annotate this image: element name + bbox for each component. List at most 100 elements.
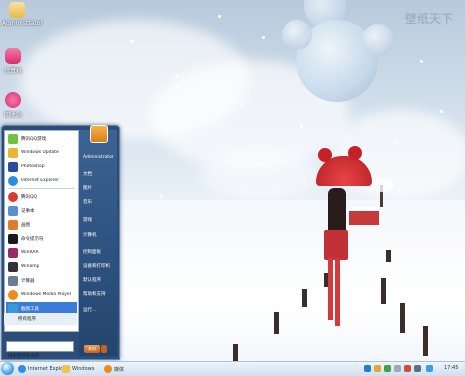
places-item-user[interactable]: Administrator xyxy=(79,152,117,163)
places-item-devices[interactable]: 设备和打印机 xyxy=(79,260,117,271)
places-label: 音乐 xyxy=(83,199,92,205)
program-item[interactable]: Internet Explorer xyxy=(6,174,77,187)
places-item-computer[interactable]: 计算机 xyxy=(79,229,117,240)
snowflake xyxy=(440,110,443,113)
tree-snow xyxy=(370,178,394,192)
places-item-default-programs[interactable]: 默认程序 xyxy=(79,274,117,285)
user-picture-icon[interactable] xyxy=(90,125,108,143)
winrar-icon xyxy=(8,247,18,258)
snowflake xyxy=(395,140,398,143)
all-programs-button[interactable]: 所有程序 xyxy=(4,313,77,325)
desktop-icon-label: Administrator xyxy=(2,20,43,27)
places-label: 文档 xyxy=(83,171,92,177)
taskbar-button-media[interactable]: 媒体 xyxy=(104,364,124,374)
places-item-games[interactable]: 游戏 xyxy=(79,214,117,225)
paint-icon xyxy=(8,219,18,230)
fence-post xyxy=(400,303,405,333)
notepad-icon xyxy=(8,205,18,216)
windows-update-icon xyxy=(8,147,18,158)
folder-icon xyxy=(62,365,70,373)
tray-qq-icon[interactable] xyxy=(426,365,433,372)
calculator-icon xyxy=(8,275,18,286)
program-item[interactable]: 画图 xyxy=(6,218,77,231)
places-item-music[interactable]: 音乐 xyxy=(79,196,117,207)
qq-penguin-icon xyxy=(8,191,18,202)
photoshop-icon xyxy=(8,161,18,172)
program-item[interactable]: 腾讯QQ游戏 xyxy=(6,132,77,145)
program-label: 腾讯QQ游戏 xyxy=(21,136,47,142)
taskbar-button-explorer[interactable]: Windows xyxy=(62,364,94,374)
red-house xyxy=(349,207,379,225)
places-label: 帮助和支持 xyxy=(83,291,106,297)
places-item-control-panel[interactable]: 控制面板 xyxy=(79,246,117,257)
tray-network-icon[interactable] xyxy=(364,365,371,372)
places-label: 运行... xyxy=(83,307,97,313)
wallpaper-watermark: 壁纸天下 xyxy=(405,12,454,26)
desktop-icon-label: 计算机 xyxy=(3,68,22,75)
program-item[interactable]: Windows Media Player xyxy=(6,288,77,301)
cmd-icon xyxy=(8,233,18,244)
fence-post xyxy=(423,326,428,356)
program-label: Photoshop xyxy=(21,164,45,169)
program-label: Winamp xyxy=(21,264,40,269)
snowflake xyxy=(262,36,265,39)
desktop-icon-administrator[interactable]: Administrator xyxy=(2,2,43,27)
snowflake xyxy=(240,105,243,108)
places-label: 图片 xyxy=(83,185,92,191)
desktop-icon-recycle-bin[interactable]: 回收站 xyxy=(0,92,28,119)
menu-separator xyxy=(8,188,74,189)
all-programs-label: 所有程序 xyxy=(18,317,36,322)
program-label: 命令提示符 xyxy=(21,236,44,242)
program-item[interactable]: Photoshop xyxy=(6,160,77,173)
snowflake xyxy=(160,195,163,198)
fence-post xyxy=(381,278,386,304)
start-menu-places-pane: Administrator 文档 图片 音乐 游戏 计算机 控制面板 设备和打印… xyxy=(79,130,117,356)
ie-icon xyxy=(8,175,18,186)
fence-post xyxy=(233,344,238,362)
fence-post xyxy=(274,312,279,334)
shutdown-options-arrow-icon[interactable] xyxy=(101,345,107,353)
places-item-documents[interactable]: 文档 xyxy=(79,168,117,179)
desktop-icon-computer[interactable]: 计算机 xyxy=(0,48,28,75)
places-label: 游戏 xyxy=(83,217,92,223)
search-box[interactable] xyxy=(6,341,74,361)
program-item[interactable]: 计算器 xyxy=(6,274,77,287)
program-label: Windows Update xyxy=(21,150,59,155)
places-label: 计算机 xyxy=(83,232,97,238)
places-item-pictures[interactable]: 图片 xyxy=(79,182,117,193)
program-label: Windows Media Player xyxy=(21,292,72,297)
media-player-icon xyxy=(8,289,18,300)
program-item[interactable]: 记事本 xyxy=(6,204,77,217)
taskbar-label: Windows xyxy=(72,366,95,372)
places-label: 默认程序 xyxy=(83,277,101,283)
desktop-icon-label: 回收站 xyxy=(3,112,22,119)
program-label: 计算器 xyxy=(21,278,35,284)
tray-update-icon[interactable] xyxy=(384,365,391,372)
program-label: 腾讯QQ xyxy=(21,194,38,200)
moon-ear-right xyxy=(362,24,394,56)
tray-keyboard-icon[interactable] xyxy=(414,365,421,372)
tray-volume-icon[interactable] xyxy=(394,365,401,372)
tray-app-icon[interactable] xyxy=(404,365,411,372)
places-item-help[interactable]: 帮助和支持 xyxy=(79,288,117,299)
qq-game-icon xyxy=(8,133,18,144)
program-item[interactable]: 腾讯QQ xyxy=(6,190,77,203)
program-item[interactable]: Winamp xyxy=(6,260,77,273)
places-label: 设备和打印机 xyxy=(83,263,110,269)
program-item[interactable]: Windows Update xyxy=(6,146,77,159)
start-button-icon[interactable] xyxy=(1,362,14,375)
shutdown-button[interactable]: 关机 xyxy=(84,345,100,353)
program-item[interactable]: WinRAR xyxy=(6,246,77,259)
search-input[interactable] xyxy=(7,351,73,361)
program-item[interactable]: 命令提示符 xyxy=(6,232,77,245)
taskbar-clock[interactable]: 17:45 xyxy=(444,365,458,371)
program-label: WinRAR xyxy=(21,250,39,255)
folder-icon xyxy=(9,2,25,18)
umbrella-ear-right xyxy=(348,146,362,160)
recycle-bin-icon xyxy=(5,92,21,108)
tray-shield-icon[interactable] xyxy=(374,365,381,372)
places-label: 控制面板 xyxy=(83,249,101,255)
media-icon xyxy=(104,365,112,373)
places-item-run[interactable]: 运行... xyxy=(79,304,117,315)
snowflake xyxy=(300,125,303,128)
